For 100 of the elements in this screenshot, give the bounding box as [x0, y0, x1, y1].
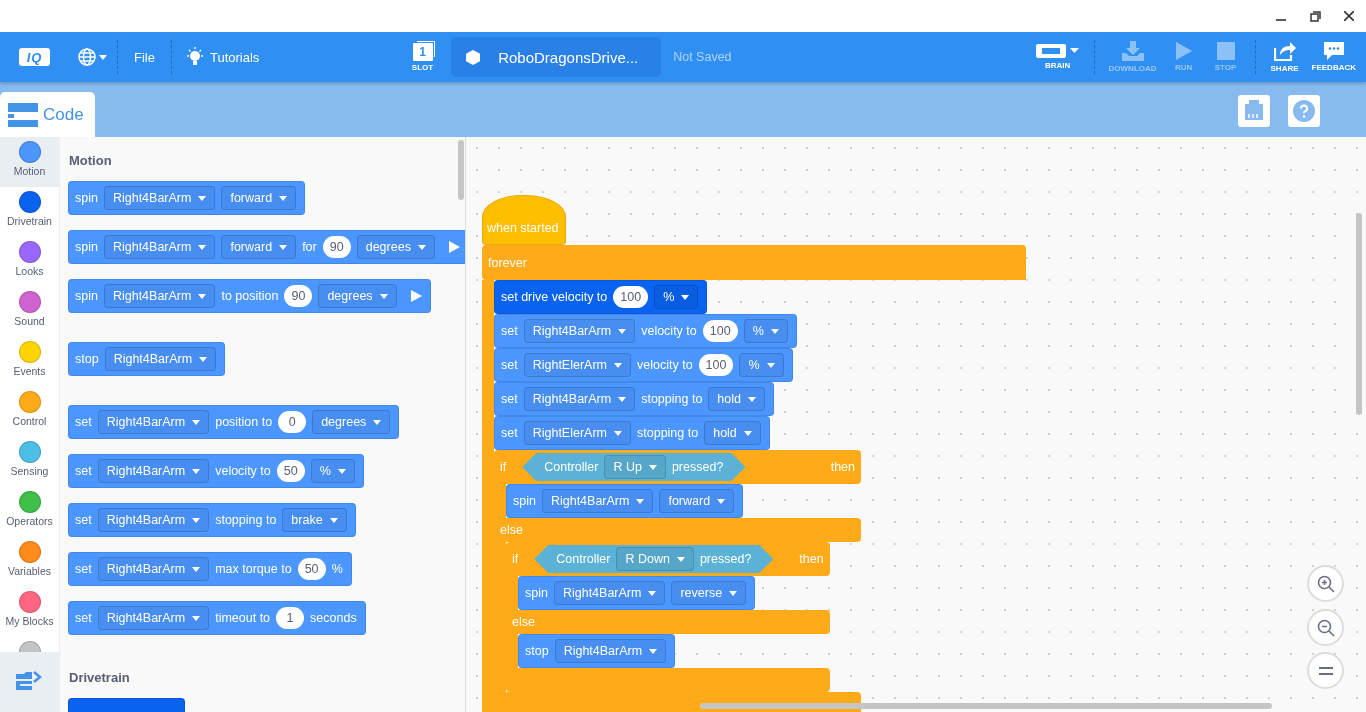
- dropdown-field[interactable]: RightElerArm: [523, 353, 631, 377]
- maximize-button[interactable]: [1308, 9, 1322, 23]
- dropdown-field[interactable]: Right4BarArm: [97, 557, 210, 581]
- code-block[interactable]: spin Right4BarArm reverse: [518, 576, 756, 610]
- dropdown-field[interactable]: forward: [221, 186, 297, 210]
- scrollbar[interactable]: [700, 703, 1272, 709]
- toolbar-button[interactable]: BRAIN: [1035, 44, 1080, 70]
- hat-block[interactable]: when started: [482, 195, 566, 245]
- scrollbar[interactable]: [458, 140, 464, 200]
- caret-icon: [648, 590, 657, 596]
- block-label: set: [501, 392, 518, 406]
- code-block[interactable]: set drive velocity to 100 %: [494, 280, 708, 314]
- extensions-button[interactable]: [0, 652, 59, 712]
- dropdown-field[interactable]: Right4BarArm: [104, 347, 217, 371]
- dropdown-field[interactable]: brake: [282, 508, 347, 532]
- dropdown-field[interactable]: Right4BarArm: [103, 284, 216, 308]
- number-field[interactable]: 0: [278, 411, 307, 433]
- download-icon: [1121, 41, 1144, 61]
- dropdown-field[interactable]: %: [654, 285, 699, 309]
- block-label: else: [500, 523, 523, 537]
- dropdown-field[interactable]: Right4BarArm: [541, 489, 654, 513]
- dropdown-field[interactable]: Right4BarArm: [97, 410, 210, 434]
- code-block[interactable]: set Right4BarArm velocity to 50 %: [68, 454, 364, 488]
- code-block[interactable]: set RightElerArm velocity to 100 %: [494, 348, 793, 382]
- dropdown-field[interactable]: Right4BarArm: [97, 459, 210, 483]
- tutorials-button[interactable]: Tutorials: [185, 47, 260, 67]
- caret-icon: [329, 517, 338, 523]
- dropdown-field[interactable]: R Down: [616, 547, 694, 571]
- if-block-header[interactable]: if Controller R Up pressed? then: [494, 450, 861, 484]
- code-block[interactable]: spin Right4BarArm forward: [68, 181, 306, 215]
- number-field[interactable]: 50: [297, 558, 326, 580]
- forever-block-header[interactable]: forever: [482, 245, 1026, 280]
- dropdown-field[interactable]: hold: [708, 387, 765, 411]
- dropdown-field[interactable]: forward: [659, 489, 735, 513]
- dropdown-field[interactable]: %: [739, 353, 784, 377]
- zoom-out-button[interactable]: [1307, 609, 1344, 646]
- code-block[interactable]: set Right4BarArm stopping to hold: [494, 382, 774, 416]
- dropdown-field[interactable]: degrees: [318, 284, 397, 308]
- code-tab[interactable]: Code: [0, 92, 95, 137]
- block-label: stopping to: [641, 392, 703, 406]
- play-icon[interactable]: [410, 290, 422, 302]
- dropdown-field[interactable]: Right4BarArm: [553, 581, 666, 605]
- dropdown-field[interactable]: Right4BarArm: [103, 186, 216, 210]
- dropdown-field[interactable]: Right4BarArm: [523, 319, 636, 343]
- play-icon[interactable]: [448, 241, 460, 253]
- code-block[interactable]: spin Right4BarArm to position 90 degrees: [68, 279, 431, 313]
- code-block[interactable]: set Right4BarArm max torque to 50 %: [68, 552, 352, 586]
- number-field[interactable]: 90: [284, 285, 313, 307]
- dropdown-field[interactable]: Right4BarArm: [97, 606, 210, 630]
- code-block[interactable]: set Right4BarArm timeout to 1 seconds: [68, 601, 366, 635]
- block-label: position to: [215, 415, 273, 429]
- dropdown-field[interactable]: forward: [221, 235, 297, 259]
- code-block[interactable]: spin Right4BarArm forward for 90 degrees: [68, 230, 465, 264]
- code-block[interactable]: set Right4BarArm velocity to 100 %: [494, 314, 797, 348]
- dropdown-field[interactable]: Right4BarArm: [554, 639, 667, 663]
- language-button[interactable]: [78, 48, 107, 66]
- condition-block[interactable]: Controller R Up pressed?: [522, 453, 746, 481]
- code-block[interactable]: set Right4BarArm position to 0 degrees: [68, 405, 400, 439]
- if-block-header[interactable]: if Controller R Down pressed? then: [506, 542, 830, 576]
- number-field[interactable]: 1: [276, 607, 305, 629]
- number-field[interactable]: 100: [702, 320, 738, 342]
- number-field[interactable]: 90: [322, 236, 351, 258]
- code-block[interactable]: stop Right4BarArm: [518, 634, 676, 668]
- help-icon: [1293, 100, 1315, 122]
- dropdown-field[interactable]: degrees: [356, 235, 435, 259]
- hexagon-icon: [466, 49, 481, 65]
- caret-icon: [192, 419, 201, 425]
- close-button[interactable]: [1342, 9, 1356, 23]
- category-item[interactable]: Motion: [0, 137, 59, 187]
- help-button[interactable]: [1288, 95, 1320, 127]
- caret-icon: [681, 294, 690, 300]
- app-logo[interactable]: IQ: [19, 48, 50, 66]
- number-field[interactable]: 100: [698, 354, 734, 376]
- number-field[interactable]: 100: [613, 286, 649, 308]
- file-menu[interactable]: File: [134, 49, 155, 65]
- condition-block[interactable]: Controller R Down pressed?: [534, 545, 774, 573]
- toolbar-button[interactable]: SHARE: [1269, 41, 1300, 73]
- code-block[interactable]: set Right4BarArm stopping to brake: [68, 503, 356, 537]
- toolbar-button[interactable]: FEEDBACK: [1311, 42, 1356, 72]
- dropdown-field[interactable]: %: [310, 459, 355, 483]
- caret-icon: [614, 362, 622, 368]
- code-block[interactable]: spin Right4BarArm forward: [506, 484, 744, 518]
- dropdown-field[interactable]: hold: [704, 421, 761, 445]
- code-block[interactable]: stop Right4BarArm: [68, 342, 226, 376]
- number-field[interactable]: 50: [276, 460, 305, 482]
- dropdown-field[interactable]: R Up: [604, 455, 666, 479]
- dropdown-field[interactable]: Right4BarArm: [523, 387, 636, 411]
- dropdown-field[interactable]: Right4BarArm: [103, 235, 216, 259]
- dropdown-field[interactable]: RightElerArm: [523, 421, 631, 445]
- block-label: spin: [525, 586, 548, 600]
- dropdown-field[interactable]: %: [743, 319, 788, 343]
- project-name-button[interactable]: RoboDragonsDrive...: [451, 37, 662, 77]
- reset-zoom-button[interactable]: [1307, 652, 1344, 689]
- device-port-button[interactable]: [1238, 95, 1270, 127]
- dropdown-field[interactable]: reverse: [671, 581, 747, 605]
- zoom-in-button[interactable]: [1307, 565, 1344, 602]
- scrollbar[interactable]: [1356, 213, 1362, 415]
- code-block[interactable]: set RightElerArm stopping to hold: [494, 416, 770, 450]
- dropdown-field[interactable]: degrees: [312, 410, 391, 434]
- dropdown-field[interactable]: Right4BarArm: [97, 508, 210, 532]
